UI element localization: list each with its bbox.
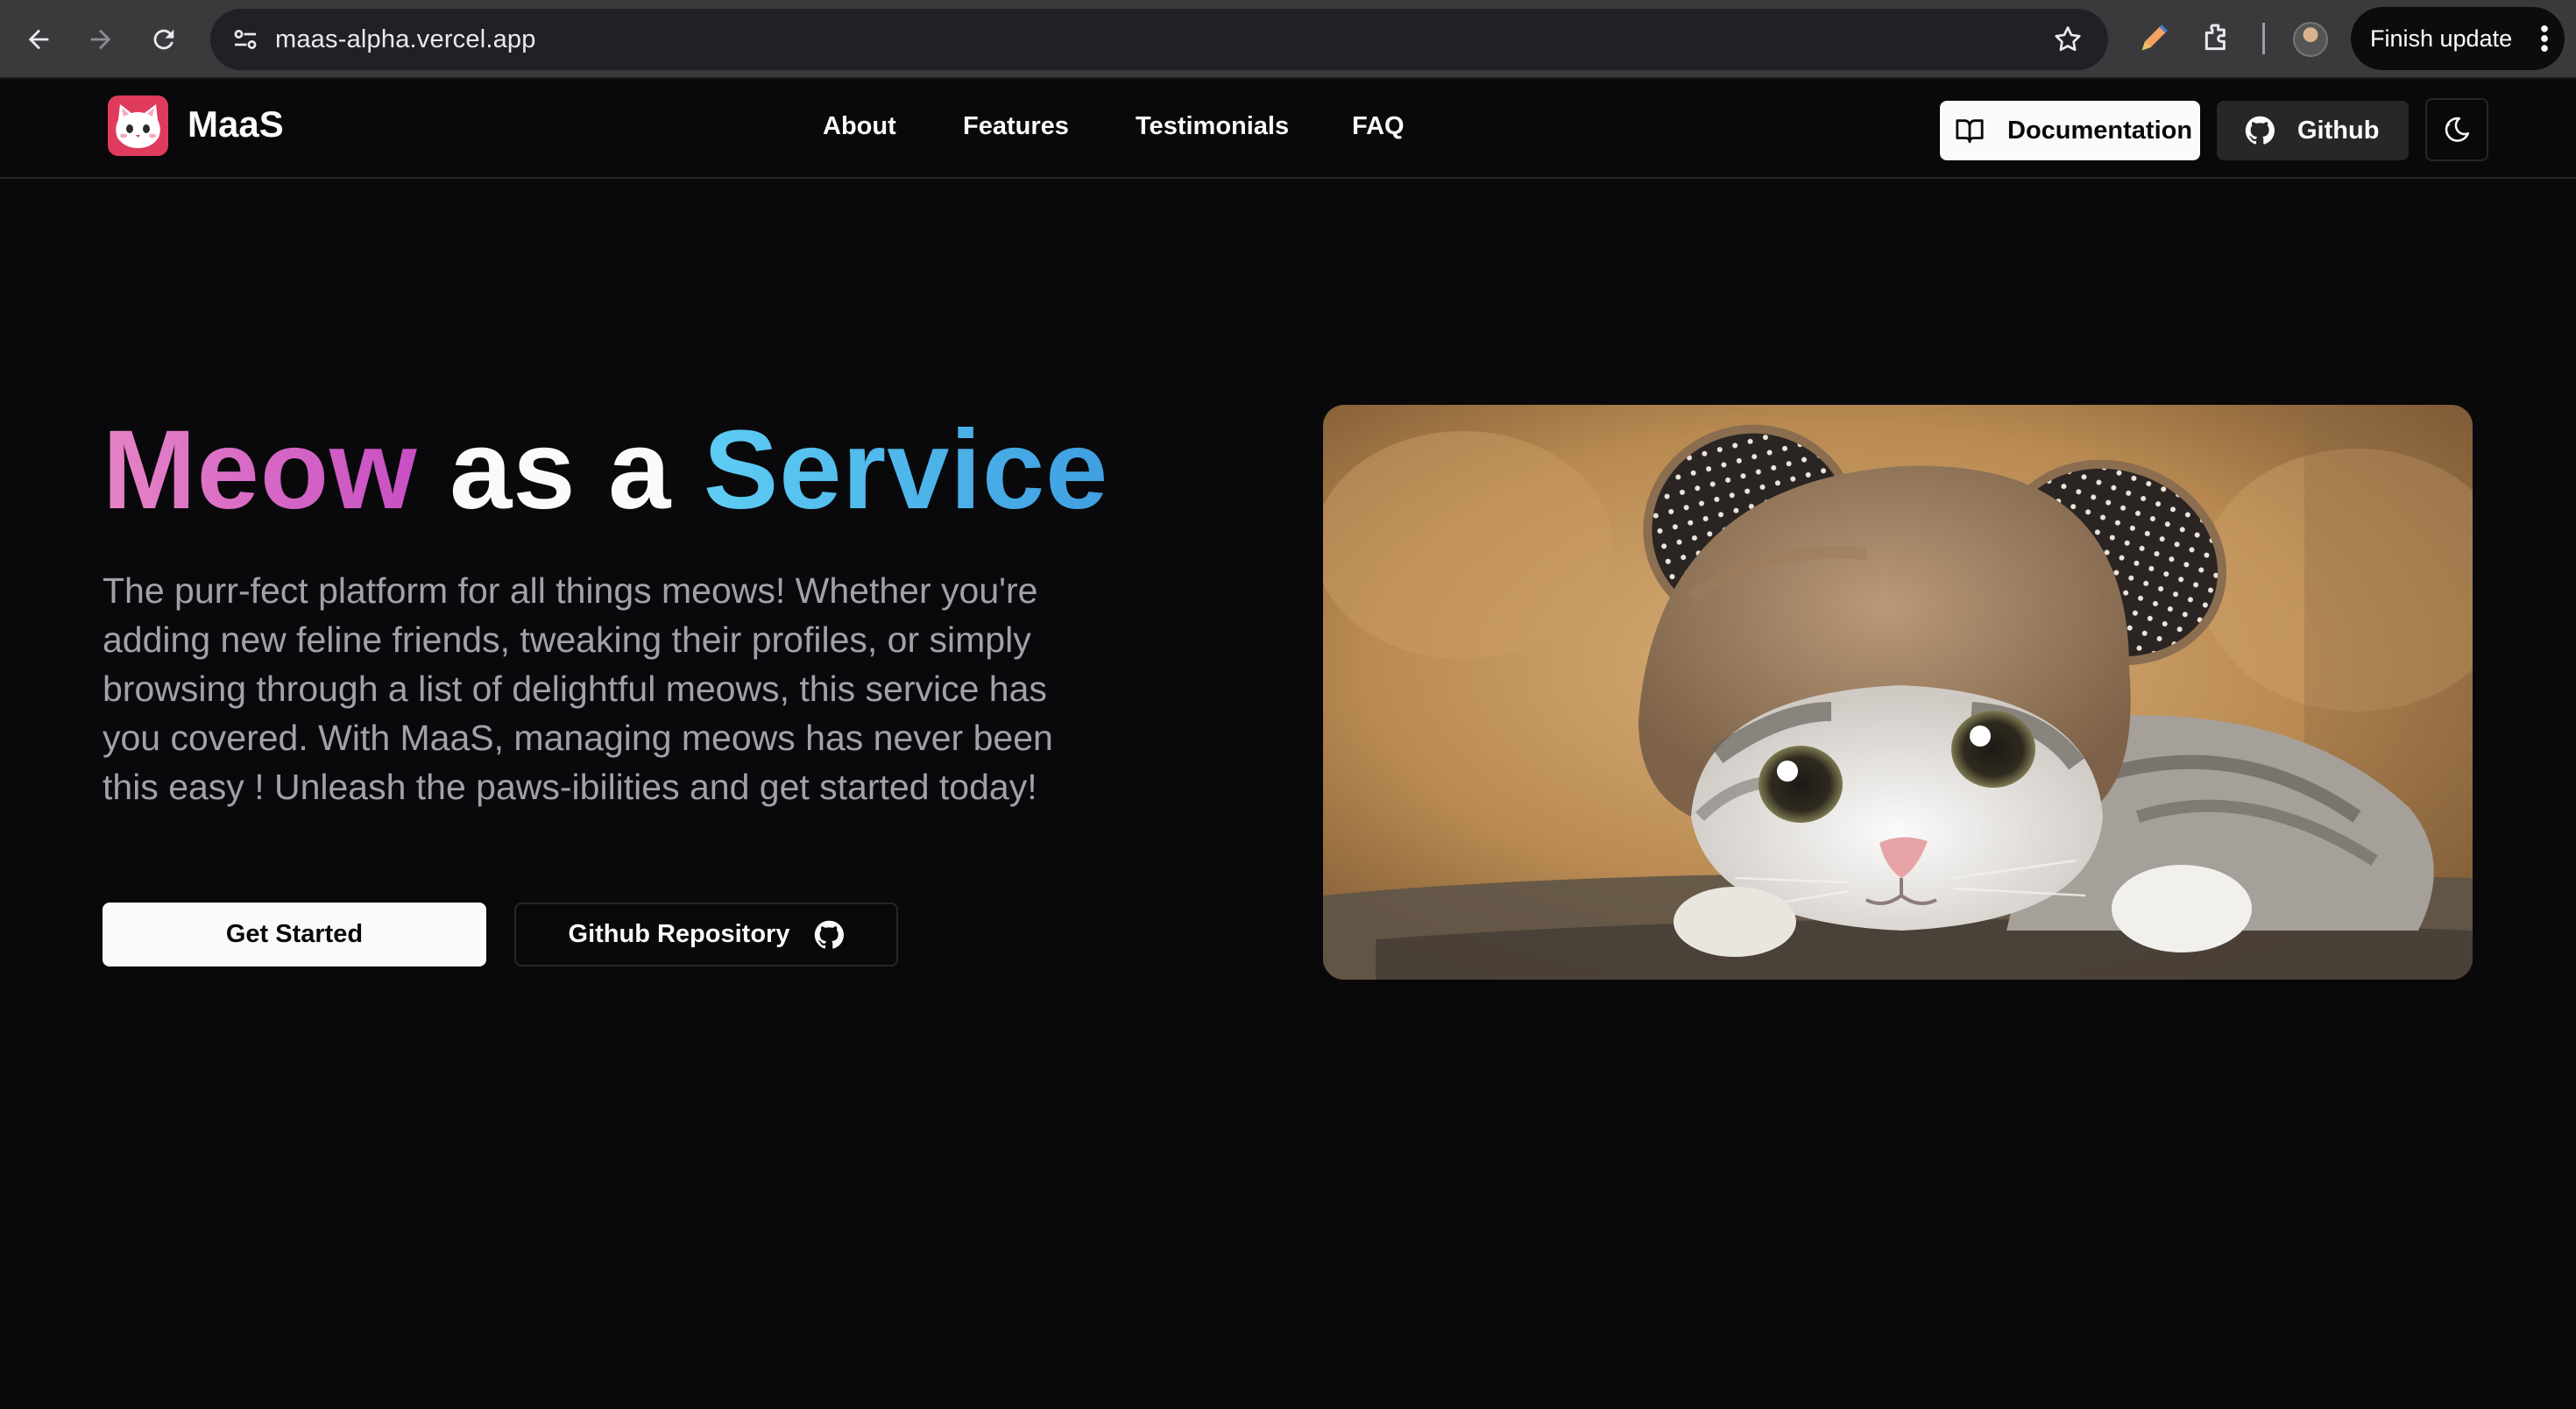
more-vert-icon <box>2541 25 2548 53</box>
cat-face-icon <box>116 104 160 148</box>
github-icon <box>2245 116 2275 145</box>
site-settings-icon[interactable] <box>230 24 261 55</box>
finish-update-button[interactable]: Finish update <box>2351 7 2565 70</box>
reload-icon <box>153 29 174 50</box>
cat-photo-illustration <box>1323 405 2473 980</box>
moon-icon <box>2445 117 2470 142</box>
hero-title: Meow as a Service <box>103 405 1108 536</box>
hero-cat-image <box>1323 405 2473 980</box>
hero-title-meow: Meow <box>103 407 418 533</box>
nav-link-features[interactable]: Features <box>963 112 1069 141</box>
github-repository-label: Github Repository <box>568 920 790 948</box>
toolbar-divider <box>2262 23 2265 54</box>
reload-button[interactable] <box>143 18 185 60</box>
brand-logo[interactable] <box>108 96 168 156</box>
forward-arrow-icon <box>90 29 111 50</box>
get-started-button[interactable]: Get Started <box>103 903 486 966</box>
documentation-label: Documentation <box>2007 116 2193 145</box>
finish-update-label: Finish update <box>2370 25 2513 52</box>
back-button[interactable] <box>18 18 60 60</box>
bookmark-star-icon[interactable] <box>2052 24 2084 55</box>
url-text[interactable]: maas-alpha.vercel.app <box>275 9 536 70</box>
brand-name[interactable]: MaaS <box>188 103 284 145</box>
pen-icon[interactable] <box>2136 21 2171 56</box>
site-navbar: MaaS About Features Testimonials FAQ Doc… <box>0 81 2576 179</box>
back-arrow-icon <box>28 29 49 50</box>
extensions-icon[interactable] <box>2199 21 2234 56</box>
get-started-label: Get Started <box>225 920 364 948</box>
nav-link-about[interactable]: About <box>823 112 896 141</box>
nav-link-faq[interactable]: FAQ <box>1352 112 1405 141</box>
github-repository-button[interactable]: Github Repository <box>514 903 898 966</box>
address-bar[interactable]: maas-alpha.vercel.app <box>210 9 2108 70</box>
nav-link-testimonials[interactable]: Testimonials <box>1136 112 1289 141</box>
hero-description: The purr-fect platform for all things me… <box>103 570 1053 807</box>
hero-title-as-a: as a <box>449 407 672 533</box>
forward-button[interactable] <box>80 18 122 60</box>
theme-toggle-button[interactable] <box>2425 98 2488 161</box>
browser-toolbar: maas-alpha.vercel.app Finish update <box>0 0 2576 79</box>
hero-title-service: Service <box>703 407 1109 533</box>
profile-avatar[interactable] <box>2293 22 2328 57</box>
book-open-icon <box>1956 119 1984 144</box>
github-label: Github <box>2297 116 2380 145</box>
documentation-button[interactable]: Documentation <box>1940 101 2200 160</box>
github-icon <box>815 920 845 949</box>
github-button[interactable]: Github <box>2217 101 2409 160</box>
